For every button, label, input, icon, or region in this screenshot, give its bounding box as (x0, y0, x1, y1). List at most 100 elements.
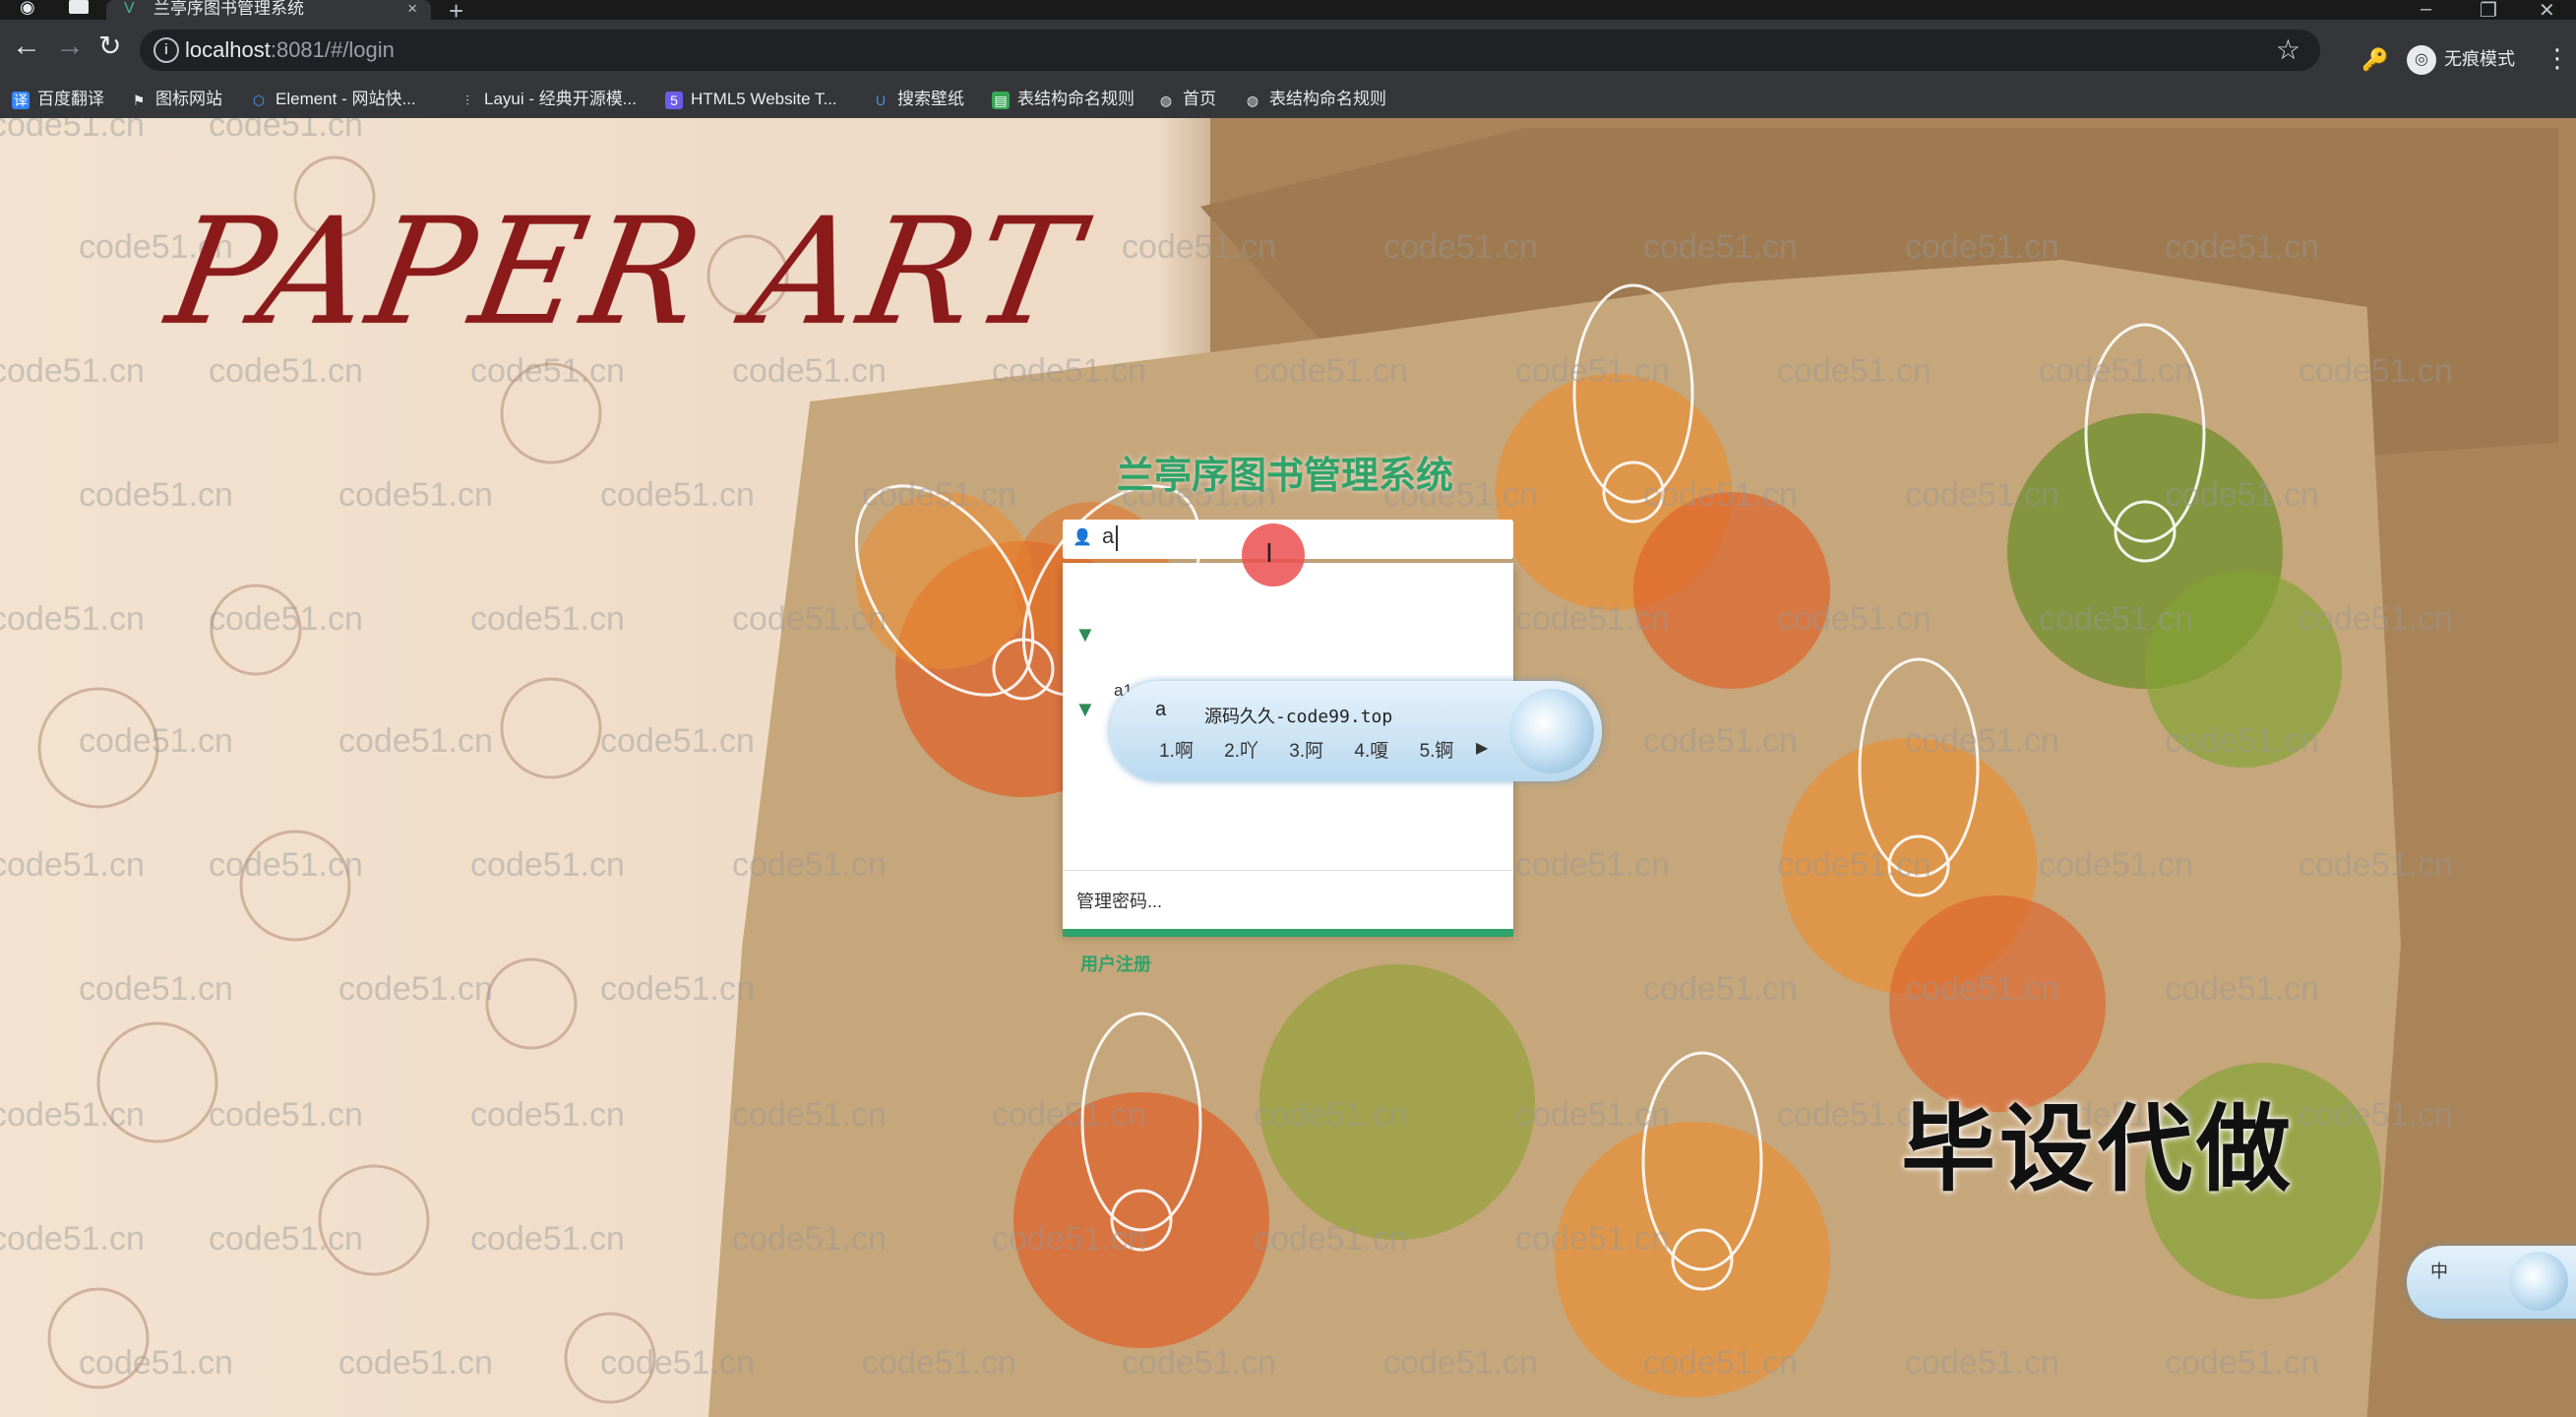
watermark: code51.cn (2165, 1344, 2319, 1382)
minimize-icon[interactable]: – (2421, 0, 2431, 21)
ibeam-cursor-icon: I (1265, 537, 1273, 568)
incognito-icon: ◎ (2407, 45, 2436, 76)
bookmark-label: Element - 网站快... (276, 90, 416, 108)
ime-globe-icon (1509, 689, 1594, 773)
wallpaper-icon: U (875, 92, 887, 108)
bookmark-label: 首页 (1183, 90, 1216, 108)
key-icon: ▼ (1074, 622, 1096, 647)
register-link[interactable]: 用户注册 (1080, 951, 1151, 976)
url-host: localhost (185, 37, 271, 62)
forward-icon[interactable]: → (55, 31, 85, 61)
tab-search-icon[interactable]: ◉ (20, 0, 39, 16)
paper-art-title: PAPER ART (156, 187, 1094, 358)
ime-composition: a (1155, 699, 1167, 720)
url-text[interactable]: localhost:8081/#/login (185, 37, 395, 63)
bookmark-label: Layui - 经典开源模... (484, 90, 637, 108)
ime-candidate[interactable]: 5.锕 (1420, 741, 1454, 762)
ime-status-bar[interactable]: 中 (2407, 1246, 2576, 1319)
tab-window-icon[interactable] (69, 0, 89, 14)
watermark: code51.cn (1643, 228, 1798, 266)
bookmark-label: HTML5 Website T... (691, 90, 837, 108)
bookmarks-bar: 译百度翻译 ⚑ 图标网站 ⬡ Element - 网站快... ⫶ Layui - 经… (0, 81, 2576, 119)
incognito-label: 无痕模式 (2444, 49, 2515, 69)
watermark: code51.cn (862, 1344, 1016, 1382)
watermark: code51.cn (1515, 846, 1670, 884)
bookmark-item[interactable]: U 搜索壁纸 (872, 87, 964, 112)
bookmark-star-icon[interactable]: ☆ (2276, 33, 2300, 66)
bookmark-item[interactable]: ◍ 表结构命名规则 (1244, 87, 1386, 112)
watermark: code51.cn (209, 1220, 363, 1258)
watermark: code51.cn (79, 970, 233, 1008)
url-path: :8081/#/login (270, 37, 395, 62)
watermark: code51.cn (2039, 352, 2193, 390)
bookmark-item[interactable]: ⬡ Element - 网站快... (250, 87, 416, 112)
watermark: code51.cn (1383, 228, 1538, 266)
back-icon[interactable]: ← (12, 31, 41, 61)
user-icon: 👤 (1073, 529, 1092, 546)
ime-candidate[interactable]: 4.嗄 (1354, 741, 1388, 762)
overlay-caption: 毕设代做 (1901, 1097, 2295, 1202)
watermark: code51.cn (732, 1096, 887, 1134)
watermark: code51.cn (79, 1344, 233, 1382)
key-icon[interactable]: 🔑 (2361, 47, 2388, 73)
watermark: code51.cn (600, 1344, 755, 1382)
ime-candidate[interactable]: 3.阿 (1289, 741, 1323, 762)
watermark: code51.cn (470, 846, 625, 884)
watermark: code51.cn (2299, 1096, 2453, 1134)
menu-icon[interactable]: ⋮ (2545, 45, 2570, 71)
watermark: code51.cn (2299, 600, 2453, 638)
tab-close-icon[interactable]: × (407, 0, 417, 17)
watermark: code51.cn (209, 600, 363, 638)
watermark: code51.cn (2165, 970, 2319, 1008)
bookmark-item[interactable]: 译百度翻译 (12, 87, 104, 112)
bookmark-item[interactable]: ⫶ Layui - 经典开源模... (459, 87, 637, 112)
watermark: code51.cn (209, 846, 363, 884)
watermark: code51.cn (470, 1096, 625, 1134)
watermark: code51.cn (600, 970, 755, 1008)
globe-icon: ◍ (1246, 92, 1259, 108)
watermark: code51.cn (1254, 1096, 1408, 1134)
tab-title: 兰亭序图书管理系统 (153, 0, 304, 18)
watermark: code51.cn (0, 1220, 145, 1258)
watermark: code51.cn (2039, 846, 2193, 884)
layui-icon: ⫶ (465, 92, 469, 108)
tab-active[interactable]: V 兰亭序图书管理系统 × (106, 0, 431, 20)
bookmark-item[interactable]: ◍ 首页 (1157, 87, 1216, 112)
autofill-item[interactable]: ▼ (1063, 588, 1513, 671)
watermark: code51.cn (2299, 352, 2453, 390)
ime-candidates: 1.啊 2.吖 3.阿 4.嗄 5.锕 (1159, 736, 1479, 763)
tab-strip: ◉ V 兰亭序图书管理系统 × + – ❐ ✕ (0, 0, 2576, 26)
reload-icon[interactable]: ↻ (98, 31, 121, 61)
watermark: code51.cn (732, 846, 887, 884)
ime-globe-icon (2509, 1252, 2568, 1311)
vue-favicon-icon: V (124, 0, 135, 17)
bookmark-item[interactable]: ⚑ 图标网站 (130, 87, 222, 112)
bookmark-label: 搜索壁纸 (897, 90, 964, 108)
watermark: code51.cn (862, 476, 1016, 514)
divider (1063, 870, 1513, 871)
address-bar[interactable]: i localhost:8081/#/login ☆ (140, 30, 2320, 71)
watermark: code51.cn (1515, 600, 1670, 638)
login-button-edge[interactable] (1063, 929, 1513, 937)
watermark: code51.cn (1515, 352, 1670, 390)
manage-passwords-link[interactable]: 管理密码... (1076, 888, 1162, 913)
bookmark-item[interactable]: ▤ 表结构命名规则 (992, 87, 1135, 112)
incognito-indicator[interactable]: ◎ 无痕模式 (2407, 43, 2515, 76)
watermark: code51.cn (1643, 970, 1798, 1008)
watermark: code51.cn (1777, 600, 1932, 638)
watermark: code51.cn (338, 970, 493, 1008)
watermark: code51.cn (1122, 1344, 1276, 1382)
watermark: code51.cn (2165, 228, 2319, 266)
bookmark-item[interactable]: 5 HTML5 Website T... (665, 87, 837, 112)
ime-candidate[interactable]: 1.啊 (1159, 741, 1194, 762)
watermark: code51.cn (2299, 846, 2453, 884)
info-icon[interactable]: i (153, 37, 179, 63)
flag-icon: ⚑ (132, 92, 146, 108)
next-page-icon[interactable]: ▶ (1476, 738, 1488, 758)
watermark: code51.cn (1515, 1096, 1670, 1134)
watermark: code51.cn (2039, 600, 2193, 638)
ime-candidate[interactable]: 2.吖 (1224, 741, 1258, 762)
watermark: code51.cn (1905, 1344, 2059, 1382)
watermark: code51.cn (470, 1220, 625, 1258)
ime-mode-label: 中 (2430, 1262, 2448, 1281)
